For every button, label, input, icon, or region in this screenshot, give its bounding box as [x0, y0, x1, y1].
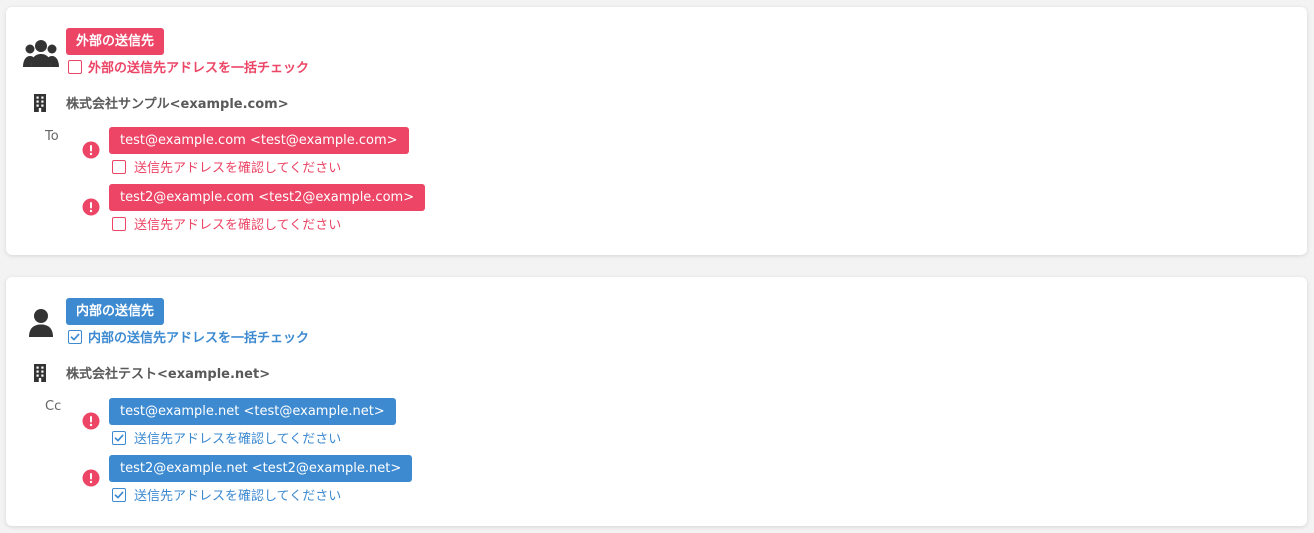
confirm-address-checkbox[interactable]: 送信先アドレスを確認してください: [112, 485, 341, 504]
confirm-address-checkbox[interactable]: 送信先アドレスを確認してください: [112, 157, 341, 176]
confirm-label: 送信先アドレスを確認してください: [134, 489, 342, 504]
checkbox-checked-icon[interactable]: [112, 487, 126, 502]
alert-icon: [82, 141, 100, 159]
alert-icon: [82, 469, 100, 487]
checkbox-unchecked-icon[interactable]: [112, 159, 126, 174]
external-check-all-checkbox[interactable]: 外部の送信先アドレスを一括チェック: [68, 57, 309, 76]
recipient-email-tag: test@example.net <test@example.net>: [109, 398, 396, 425]
user-icon: [23, 307, 59, 341]
checkbox-checked-icon[interactable]: [68, 329, 82, 344]
confirm-label: 送信先アドレスを確認してください: [134, 432, 342, 447]
users-icon: [23, 37, 59, 71]
recipient-email-tag: test@example.com <test@example.com>: [109, 127, 409, 154]
checkbox-unchecked-icon[interactable]: [68, 59, 82, 74]
check-all-label: 外部の送信先アドレスを一括チェック: [88, 61, 310, 76]
internal-check-all-checkbox[interactable]: 内部の送信先アドレスを一括チェック: [68, 327, 309, 346]
building-icon: [32, 363, 48, 382]
recipient-email-tag: test2@example.com <test2@example.com>: [109, 184, 426, 211]
check-all-label: 内部の送信先アドレスを一括チェック: [88, 331, 310, 346]
company-row: 株式会社サンプル<example.com>: [32, 93, 289, 112]
confirm-address-checkbox[interactable]: 送信先アドレスを確認してください: [112, 214, 341, 233]
recipient-email-tag: test2@example.net <test2@example.net>: [109, 455, 413, 482]
recipient-kind-label: Cc: [45, 399, 62, 414]
confirm-label: 送信先アドレスを確認してください: [134, 161, 342, 176]
checkbox-checked-icon[interactable]: [112, 430, 126, 445]
checkbox-unchecked-icon[interactable]: [112, 216, 126, 231]
company-name: 株式会社サンプル<example.com>: [66, 97, 289, 112]
company-name: 株式会社テスト<example.net>: [66, 367, 271, 382]
alert-icon: [82, 198, 100, 216]
confirm-label: 送信先アドレスを確認してください: [134, 218, 342, 233]
building-icon: [32, 93, 48, 112]
confirm-address-checkbox[interactable]: 送信先アドレスを確認してください: [112, 428, 341, 447]
internal-recipients-card: 内部の送信先 内部の送信先アドレスを一括チェック 株式会社テスト<example…: [6, 277, 1307, 526]
internal-recipients-tag: 内部の送信先: [66, 298, 165, 325]
alert-icon: [82, 412, 100, 430]
external-recipients-card: 外部の送信先 外部の送信先アドレスを一括チェック 株式会社サンプル<exampl…: [6, 7, 1307, 255]
external-recipients-tag: 外部の送信先: [66, 28, 165, 55]
company-row: 株式会社テスト<example.net>: [32, 363, 270, 382]
recipient-kind-label: To: [45, 129, 59, 144]
